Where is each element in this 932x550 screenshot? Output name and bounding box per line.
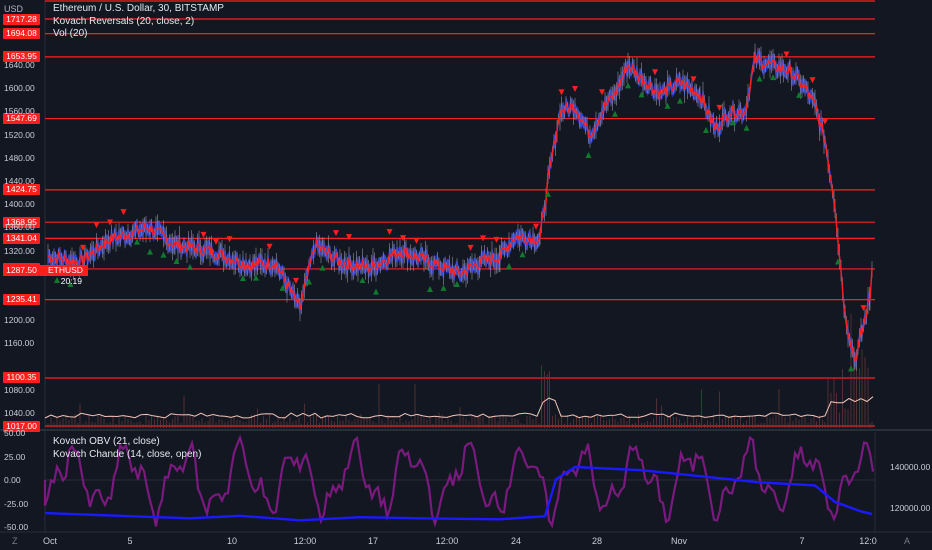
price-level-tag: 1235.41 [3,294,40,306]
corner-z-button[interactable]: Z [12,536,18,546]
price-level-tag: 1341.04 [3,232,40,244]
current-price-symbol: ETHUSD [40,265,88,276]
time-axis-label: 24 [510,536,522,546]
price-level-tag: 1287.50 [3,264,40,276]
oscillator-axis-label: 25.00 [4,451,26,462]
time-axis-label: Oct [42,536,58,546]
oscillator-axis-label: 50.00 [4,428,26,438]
time-axis-label: 7 [799,536,805,546]
time-axis-label: 12:0 [859,536,877,546]
price-axis-label: 1360.00 [4,222,35,233]
time-axis-label: 12:00 [435,536,459,546]
time-axis-label: 17 [367,536,379,546]
price-axis-label: 1160.00 [4,338,35,349]
price-axis-label: 1080.00 [4,384,35,395]
time-axis-label: Nov [670,536,688,546]
price-axis-label: 1560.00 [4,106,35,117]
indicator-obv[interactable]: Kovach OBV (21, close) [53,436,160,448]
indicator-volume[interactable]: Vol (20) [53,28,87,40]
obv-axis-label: 140000.00 [890,462,931,472]
price-axis-label: 1600.00 [4,83,35,94]
price-axis-label: 1320.00 [4,245,35,256]
symbol-title: Ethereum / U.S. Dollar, 30, BITSTAMP [53,3,224,15]
price-level-tag: 1694.08 [3,27,40,39]
price-level-tag: 1717.28 [3,13,40,25]
price-axis-label: 1520.00 [4,129,35,140]
oscillator-axis-label: 0.00 [4,475,21,485]
indicator-chande[interactable]: Kovach Chande (14, close, open) [53,449,201,461]
price-axis-label: 1440.00 [4,176,35,186]
price-axis-label: 1480.00 [4,152,35,163]
time-axis-label: 28 [591,536,603,546]
obv-axis-label: 120000.00 [890,503,931,513]
price-axis-label: 1040.00 [4,408,35,418]
corner-a-button[interactable]: A [904,536,910,546]
price-level-tag: 1100.35 [3,372,40,384]
time-axis-label: 10 [226,536,238,546]
price-axis-label: 1640.00 [4,60,35,70]
main-legend: Ethereum / U.S. Dollar, 30, BITSTAMP Kov… [53,3,224,41]
oscillator-axis-label: -25.00 [4,498,29,509]
indicator-reversals[interactable]: Kovach Reversals (20, close, 2) [53,16,194,28]
chart-canvas[interactable] [0,0,932,550]
price-axis-label: 1200.00 [4,315,35,326]
lower-legend: Kovach OBV (21, close) Kovach Chande (14… [53,436,201,461]
time-axis-label: 12:00 [293,536,317,546]
current-price-countdown: 20:19 [60,276,82,286]
oscillator-axis-label: -50.00 [4,522,29,532]
price-axis-label: 1400.00 [4,199,35,210]
currency-label: USD [4,4,24,14]
time-axis-label: 5 [127,536,133,546]
